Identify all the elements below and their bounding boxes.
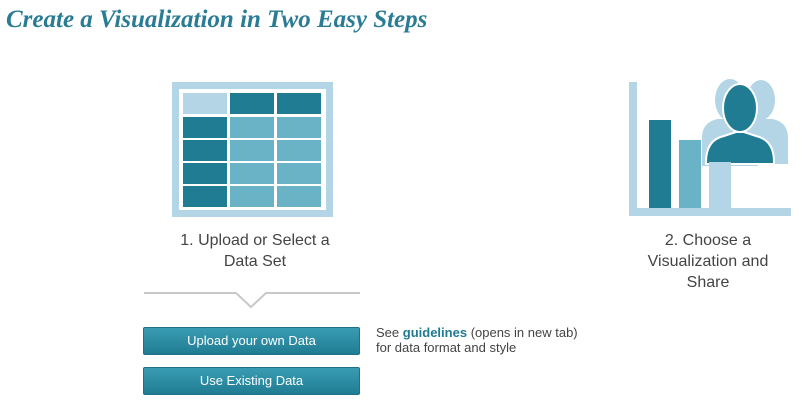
upload-data-button[interactable]: Upload your own Data [143,327,360,355]
guidelines-note-line1: See guidelines (opens in new tab) [376,325,578,340]
use-existing-data-button[interactable]: Use Existing Data [143,367,360,395]
step1-label: 1. Upload or Select a Data Set [140,230,370,272]
guidelines-link-suffix: (opens in new tab) [470,325,578,340]
step1-label-line2: Data Set [223,253,287,270]
step1-label-line1: 1. Upload or Select a [180,232,330,249]
chart-people-icon [629,79,791,216]
step2-label-line3: Share [686,274,730,291]
step2-label: 2. Choose a Visualization and Share [597,230,811,293]
guidelines-link[interactable]: guidelines [403,325,467,340]
guidelines-note-prefix: See [376,325,400,340]
step2-label-line2: Visualization and [647,253,769,270]
step2-label-line1: 2. Choose a [664,232,752,249]
guidelines-note: See guidelines (opens in new tab) for da… [376,325,578,355]
step-divider-arrow [144,292,360,309]
table-grid-icon [172,82,333,217]
guidelines-note-line2: for data format and style [376,340,517,355]
page-title: Create a Visualization in Two Easy Steps [6,6,428,33]
